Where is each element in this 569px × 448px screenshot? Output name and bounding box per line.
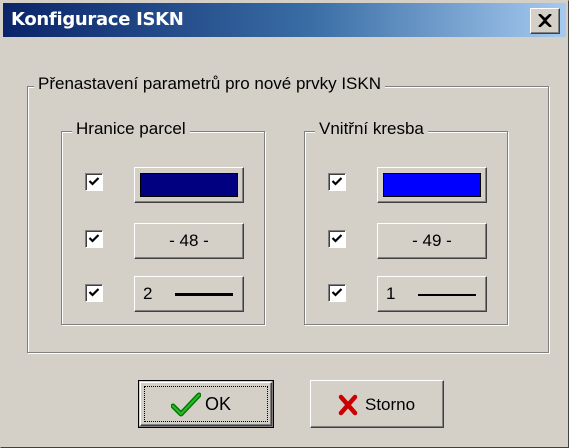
inner-level-button[interactable]: - 49 - (377, 223, 487, 259)
parcel-color-button[interactable] (134, 167, 244, 203)
parcel-level-label: - 48 - (169, 231, 209, 250)
inner-color-swatch (383, 173, 481, 197)
checkmark-icon (331, 288, 343, 297)
parcel-color-checkbox[interactable] (85, 173, 103, 191)
parcel-line-button[interactable]: 2 (134, 276, 244, 312)
checkmark-icon (171, 392, 201, 417)
ok-button-label: OK (205, 394, 232, 414)
checkmark-icon (88, 234, 100, 243)
reset-params-legend: Přenastavení parametrů pro nové prvky IS… (34, 74, 385, 94)
inner-line-button[interactable]: 1 (377, 276, 487, 312)
inner-color-checkbox[interactable] (328, 173, 346, 191)
cancel-button[interactable]: Storno (310, 380, 444, 428)
checkmark-icon (88, 288, 100, 297)
line-sample-icon (418, 294, 476, 296)
inner-line-checkbox[interactable] (328, 284, 346, 302)
inner-level-checkbox[interactable] (328, 230, 346, 248)
inner-level-label: - 49 - (412, 231, 452, 250)
cancel-button-label: Storno (365, 395, 416, 414)
close-button[interactable] (530, 8, 560, 34)
line-sample-icon (175, 293, 233, 296)
inner-line-weight-label: 1 (386, 284, 396, 303)
parcel-line-weight-label: 2 (143, 284, 153, 303)
parcel-level-checkbox[interactable] (85, 230, 103, 248)
checkmark-icon (88, 177, 100, 186)
parcel-boundaries-legend: Hranice parcel (72, 119, 190, 139)
close-icon (538, 14, 552, 27)
title-bar[interactable]: Konfigurace ISKN (3, 3, 566, 37)
parcel-color-swatch (140, 173, 238, 197)
ok-button[interactable]: OK (138, 380, 274, 428)
parcel-level-button[interactable]: - 48 - (134, 223, 244, 259)
inner-drawing-legend: Vnitřní kresba (315, 119, 428, 139)
checkmark-icon (331, 177, 343, 186)
x-icon (338, 394, 358, 416)
dialog-window: Konfigurace ISKN Přenastavení parametrů … (0, 0, 569, 448)
window-title: Konfigurace ISKN (11, 9, 184, 30)
inner-color-button[interactable] (377, 167, 487, 203)
checkmark-icon (331, 234, 343, 243)
parcel-line-checkbox[interactable] (85, 284, 103, 302)
